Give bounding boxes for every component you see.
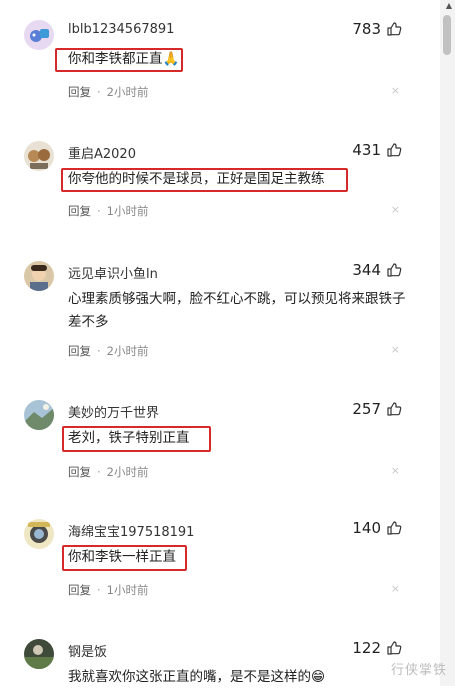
timestamp: 1小时前 (106, 204, 149, 218)
like-button[interactable]: 122 (352, 639, 402, 657)
thumbs-up-icon (387, 402, 402, 416)
comment-text: 你和李铁一样正直 (68, 549, 176, 565)
comment-text: 你夸他的时候不是球员，正好是国足主教练 (68, 171, 325, 187)
like-button[interactable]: 783 (352, 20, 402, 38)
thumbs-up-icon (387, 263, 402, 277)
avatar[interactable] (24, 261, 54, 291)
username[interactable]: 美妙的万千世界 (68, 402, 159, 421)
scrollbar-thumb[interactable] (443, 15, 451, 55)
avatar[interactable] (24, 20, 54, 50)
comment-meta: 回复 · 2小时前 (68, 464, 148, 480)
comment-meta: 回复 · 2小时前 (68, 343, 148, 359)
like-count: 122 (352, 639, 381, 657)
comment-text: 你和李铁都正直🙏 (68, 51, 180, 67)
close-icon[interactable]: × (391, 343, 400, 356)
separator-dot: · (97, 344, 101, 358)
like-count: 140 (352, 519, 381, 537)
scroll-up-arrow-icon[interactable]: ▲ (446, 1, 452, 10)
separator-dot: · (97, 583, 101, 597)
avatar[interactable] (24, 639, 54, 669)
avatar[interactable] (24, 400, 54, 430)
timestamp: 2小时前 (106, 465, 149, 479)
like-button[interactable]: 431 (352, 141, 402, 159)
thumbs-up-icon (387, 641, 402, 655)
like-button[interactable]: 140 (352, 519, 402, 537)
username[interactable]: 海绵宝宝197518191 (68, 521, 194, 540)
close-icon[interactable]: × (391, 84, 400, 97)
comment-meta: 回复 · 2小时前 (68, 84, 148, 100)
thumbs-up-icon (387, 521, 402, 535)
comment-meta: 回复 · 1小时前 (68, 203, 148, 219)
timestamp: 2小时前 (106, 85, 149, 99)
comment-text: 心理素质够强大啊，脸不红心不跳，可以预见将来跟铁子差不多 (68, 291, 406, 330)
separator-dot: · (97, 204, 101, 218)
username[interactable]: 重启A2020 (68, 143, 136, 162)
like-count: 431 (352, 141, 381, 159)
comment-meta: 回复 · 1小时前 (68, 582, 148, 598)
username[interactable]: 远见卓识小鱼ln (68, 263, 158, 282)
like-count: 344 (352, 261, 381, 279)
close-icon[interactable]: × (391, 203, 400, 216)
timestamp: 1小时前 (106, 583, 149, 597)
scrollbar[interactable]: ▲ (440, 0, 455, 686)
separator-dot: · (97, 465, 101, 479)
like-count: 257 (352, 400, 381, 418)
comment-text: 老刘，铁子特别正直 (68, 430, 190, 446)
close-icon[interactable]: × (391, 464, 400, 477)
separator-dot: · (97, 85, 101, 99)
watermark: 行侠掌铁 (390, 663, 447, 678)
like-button[interactable]: 257 (352, 400, 402, 418)
thumbs-up-icon (387, 22, 402, 36)
thumbs-up-icon (387, 143, 402, 157)
reply-button[interactable]: 回复 (68, 582, 91, 598)
username[interactable]: 钢是饭 (68, 641, 107, 660)
like-button[interactable]: 344 (352, 261, 402, 279)
username[interactable]: lblb1234567891 (68, 22, 174, 37)
reply-button[interactable]: 回复 (68, 464, 91, 480)
reply-button[interactable]: 回复 (68, 203, 91, 219)
close-icon[interactable]: × (391, 582, 400, 595)
reply-button[interactable]: 回复 (68, 343, 91, 359)
avatar[interactable] (24, 519, 54, 549)
like-count: 783 (352, 20, 381, 38)
timestamp: 2小时前 (106, 344, 149, 358)
reply-button[interactable]: 回复 (68, 84, 91, 100)
avatar[interactable] (24, 141, 54, 171)
